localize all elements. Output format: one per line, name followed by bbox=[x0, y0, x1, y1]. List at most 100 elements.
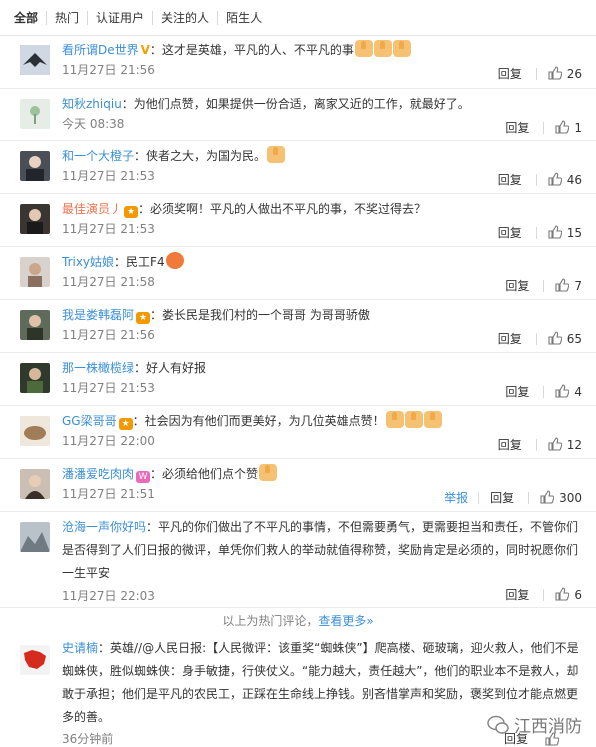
like-button[interactable]: 4 bbox=[555, 384, 582, 399]
divider bbox=[478, 491, 480, 504]
comment-text: ：这才是英雄，平凡的人、不平凡的事 bbox=[149, 43, 354, 57]
thumbs-up-icon bbox=[555, 384, 570, 398]
avatar[interactable] bbox=[20, 151, 50, 181]
comment-item: 我是娄韩磊阿 ★ ：娄长民是我们村的一个哥哥 为哥哥骄傲 11月27日 21:56 … bbox=[0, 300, 596, 353]
reply-button[interactable]: 回复 bbox=[505, 586, 529, 603]
username[interactable]: 看所谓De世界 bbox=[62, 43, 139, 57]
avatar[interactable] bbox=[20, 204, 50, 234]
avatar[interactable] bbox=[20, 645, 50, 675]
username[interactable]: 那一株橄榄绿 bbox=[62, 361, 134, 375]
username[interactable]: 沧海一声你好吗 bbox=[62, 520, 146, 534]
comment-item: 潘潘爱吃肉肉 W ：必须给他们点个赞 11月27日 21:51 举报 回复 300 bbox=[0, 459, 596, 512]
thumbs-up-icon bbox=[548, 437, 562, 451]
like-button[interactable]: 15 bbox=[548, 225, 582, 240]
like-button[interactable]: 12 bbox=[548, 437, 582, 452]
verified-icon: V bbox=[140, 43, 150, 57]
reply-button[interactable]: 回复 bbox=[505, 119, 529, 136]
username[interactable]: Trixy姑娘 bbox=[62, 255, 114, 269]
comment-actions: 回复 4 bbox=[505, 383, 582, 400]
username[interactable]: 知秋zhiqiu bbox=[62, 97, 122, 111]
thumbs-up-emoji-icon bbox=[392, 40, 411, 57]
tab-verified[interactable]: 认证用户 bbox=[87, 10, 152, 25]
like-button[interactable]: 65 bbox=[548, 331, 582, 346]
comment-time: 今天 08:38 bbox=[62, 117, 125, 131]
reply-button[interactable]: 回复 bbox=[490, 489, 514, 506]
reply-button[interactable]: 回复 bbox=[505, 383, 529, 400]
filter-tabs: 全部 热门 认证用户 关注的人 陌生人 bbox=[0, 0, 596, 36]
comment-actions: 回复 1 bbox=[505, 119, 582, 136]
reply-button[interactable]: 回复 bbox=[498, 224, 522, 241]
comment-text: ：为他们点赞，如果提供一份合适，离家又近的工作，就最好了。 bbox=[121, 97, 470, 111]
divider bbox=[535, 332, 537, 345]
thumbs-up-emoji-icon bbox=[354, 40, 373, 57]
divider bbox=[543, 385, 545, 398]
username[interactable]: 最佳演员丿 bbox=[62, 202, 122, 216]
avatar[interactable] bbox=[20, 45, 50, 75]
avatar[interactable] bbox=[20, 416, 50, 446]
avatar[interactable] bbox=[20, 99, 50, 129]
avatar[interactable] bbox=[20, 310, 50, 340]
thumbs-up-icon[interactable] bbox=[545, 732, 559, 746]
avatar[interactable] bbox=[20, 469, 50, 499]
like-button[interactable]: 46 bbox=[548, 172, 582, 187]
thumbs-up-emoji-icon bbox=[373, 40, 392, 57]
thumbs-up-icon bbox=[555, 278, 570, 292]
divider bbox=[535, 438, 537, 451]
reply-button[interactable]: 回复 bbox=[505, 277, 529, 294]
comment-item: 那一株橄榄绿：好人有好报 11月27日 21:53 回复 4 bbox=[0, 353, 596, 406]
divider bbox=[535, 67, 537, 80]
like-button[interactable]: 300 bbox=[540, 490, 582, 505]
like-button[interactable]: 26 bbox=[548, 66, 582, 81]
comment-item: 和一个大橙子：侠者之大，为国为民。 11月27日 21:53 回复 46 bbox=[0, 141, 596, 194]
tab-following[interactable]: 关注的人 bbox=[152, 10, 217, 25]
like-button[interactable]: 6 bbox=[555, 587, 582, 602]
thumbs-up-icon bbox=[548, 331, 562, 345]
avatar[interactable] bbox=[20, 363, 50, 393]
avatar[interactable] bbox=[20, 522, 50, 552]
comment-text: ：娄长民是我们村的一个哥哥 为哥哥骄傲 bbox=[150, 308, 370, 322]
tab-all[interactable]: 全部 bbox=[14, 11, 46, 25]
like-button[interactable]: 7 bbox=[555, 278, 582, 293]
like-button[interactable]: 1 bbox=[555, 120, 582, 135]
watermark: 江西消防 bbox=[487, 712, 582, 737]
thumbs-up-icon bbox=[555, 587, 570, 601]
repost-mention: ：英雄//@人民日报: bbox=[98, 641, 207, 655]
username[interactable]: 潘潘爱吃肉肉 bbox=[62, 467, 134, 481]
comment-actions: 回复 6 bbox=[505, 586, 582, 603]
member-badge-icon: ★ bbox=[118, 418, 133, 430]
comment-actions: 回复 46 bbox=[498, 171, 582, 188]
reply-button[interactable]: 回复 bbox=[498, 436, 522, 453]
reply-button[interactable]: 回复 bbox=[498, 171, 522, 188]
comment-actions: 回复 26 bbox=[498, 65, 582, 82]
comment-list: 看所谓De世界 V：这才是英雄，平凡的人、不平凡的事 11月27日 21:56 回… bbox=[0, 36, 596, 608]
comment-text: ：民工F4 bbox=[114, 255, 165, 269]
divider bbox=[535, 226, 537, 239]
like-count: 7 bbox=[574, 279, 582, 293]
avatar[interactable] bbox=[20, 257, 50, 287]
comment-actions: 回复 7 bbox=[505, 277, 582, 294]
username[interactable]: 和一个大橙子 bbox=[62, 149, 134, 163]
hot-comments-note: 以上为热门评论，查看更多» bbox=[0, 609, 596, 633]
comment-time: 11月27日 21:58 bbox=[62, 275, 155, 289]
tab-strangers[interactable]: 陌生人 bbox=[217, 10, 270, 25]
reply-button[interactable]: 回复 bbox=[504, 730, 528, 747]
like-count: 6 bbox=[574, 588, 582, 602]
pig-emoji-icon bbox=[165, 252, 184, 269]
username[interactable]: 史请楠 bbox=[62, 641, 98, 655]
divider bbox=[543, 588, 545, 601]
username[interactable]: 我是娄韩磊阿 bbox=[62, 308, 134, 322]
comment-item: 看所谓De世界 V：这才是英雄，平凡的人、不平凡的事 11月27日 21:56 回… bbox=[0, 36, 596, 89]
like-count: 65 bbox=[566, 332, 582, 346]
reply-button[interactable]: 回复 bbox=[498, 330, 522, 347]
comment-item: 沧海一声你好吗：平凡的你们做出了不平凡的事情，不但需要勇气，更需要担当和责任，不… bbox=[0, 512, 596, 608]
report-button[interactable]: 举报 bbox=[444, 489, 468, 506]
divider bbox=[528, 491, 530, 504]
reply-button[interactable]: 回复 bbox=[498, 65, 522, 82]
tab-hot[interactable]: 热门 bbox=[46, 10, 87, 25]
comment-time: 11月27日 22:03 bbox=[62, 589, 155, 603]
see-more-link[interactable]: 查看更多» bbox=[318, 614, 373, 628]
username[interactable]: GG梁哥哥 bbox=[62, 414, 117, 428]
comment-item: Trixy姑娘：民工F4 11月27日 21:58 回复 7 bbox=[0, 247, 596, 300]
comment-time: 11月27日 21:53 bbox=[62, 381, 155, 395]
comment-item: GG梁哥哥 ★ ：社会因为有他们而更美好，为几位英雄点赞！ 11月27日 22:00… bbox=[0, 406, 596, 459]
